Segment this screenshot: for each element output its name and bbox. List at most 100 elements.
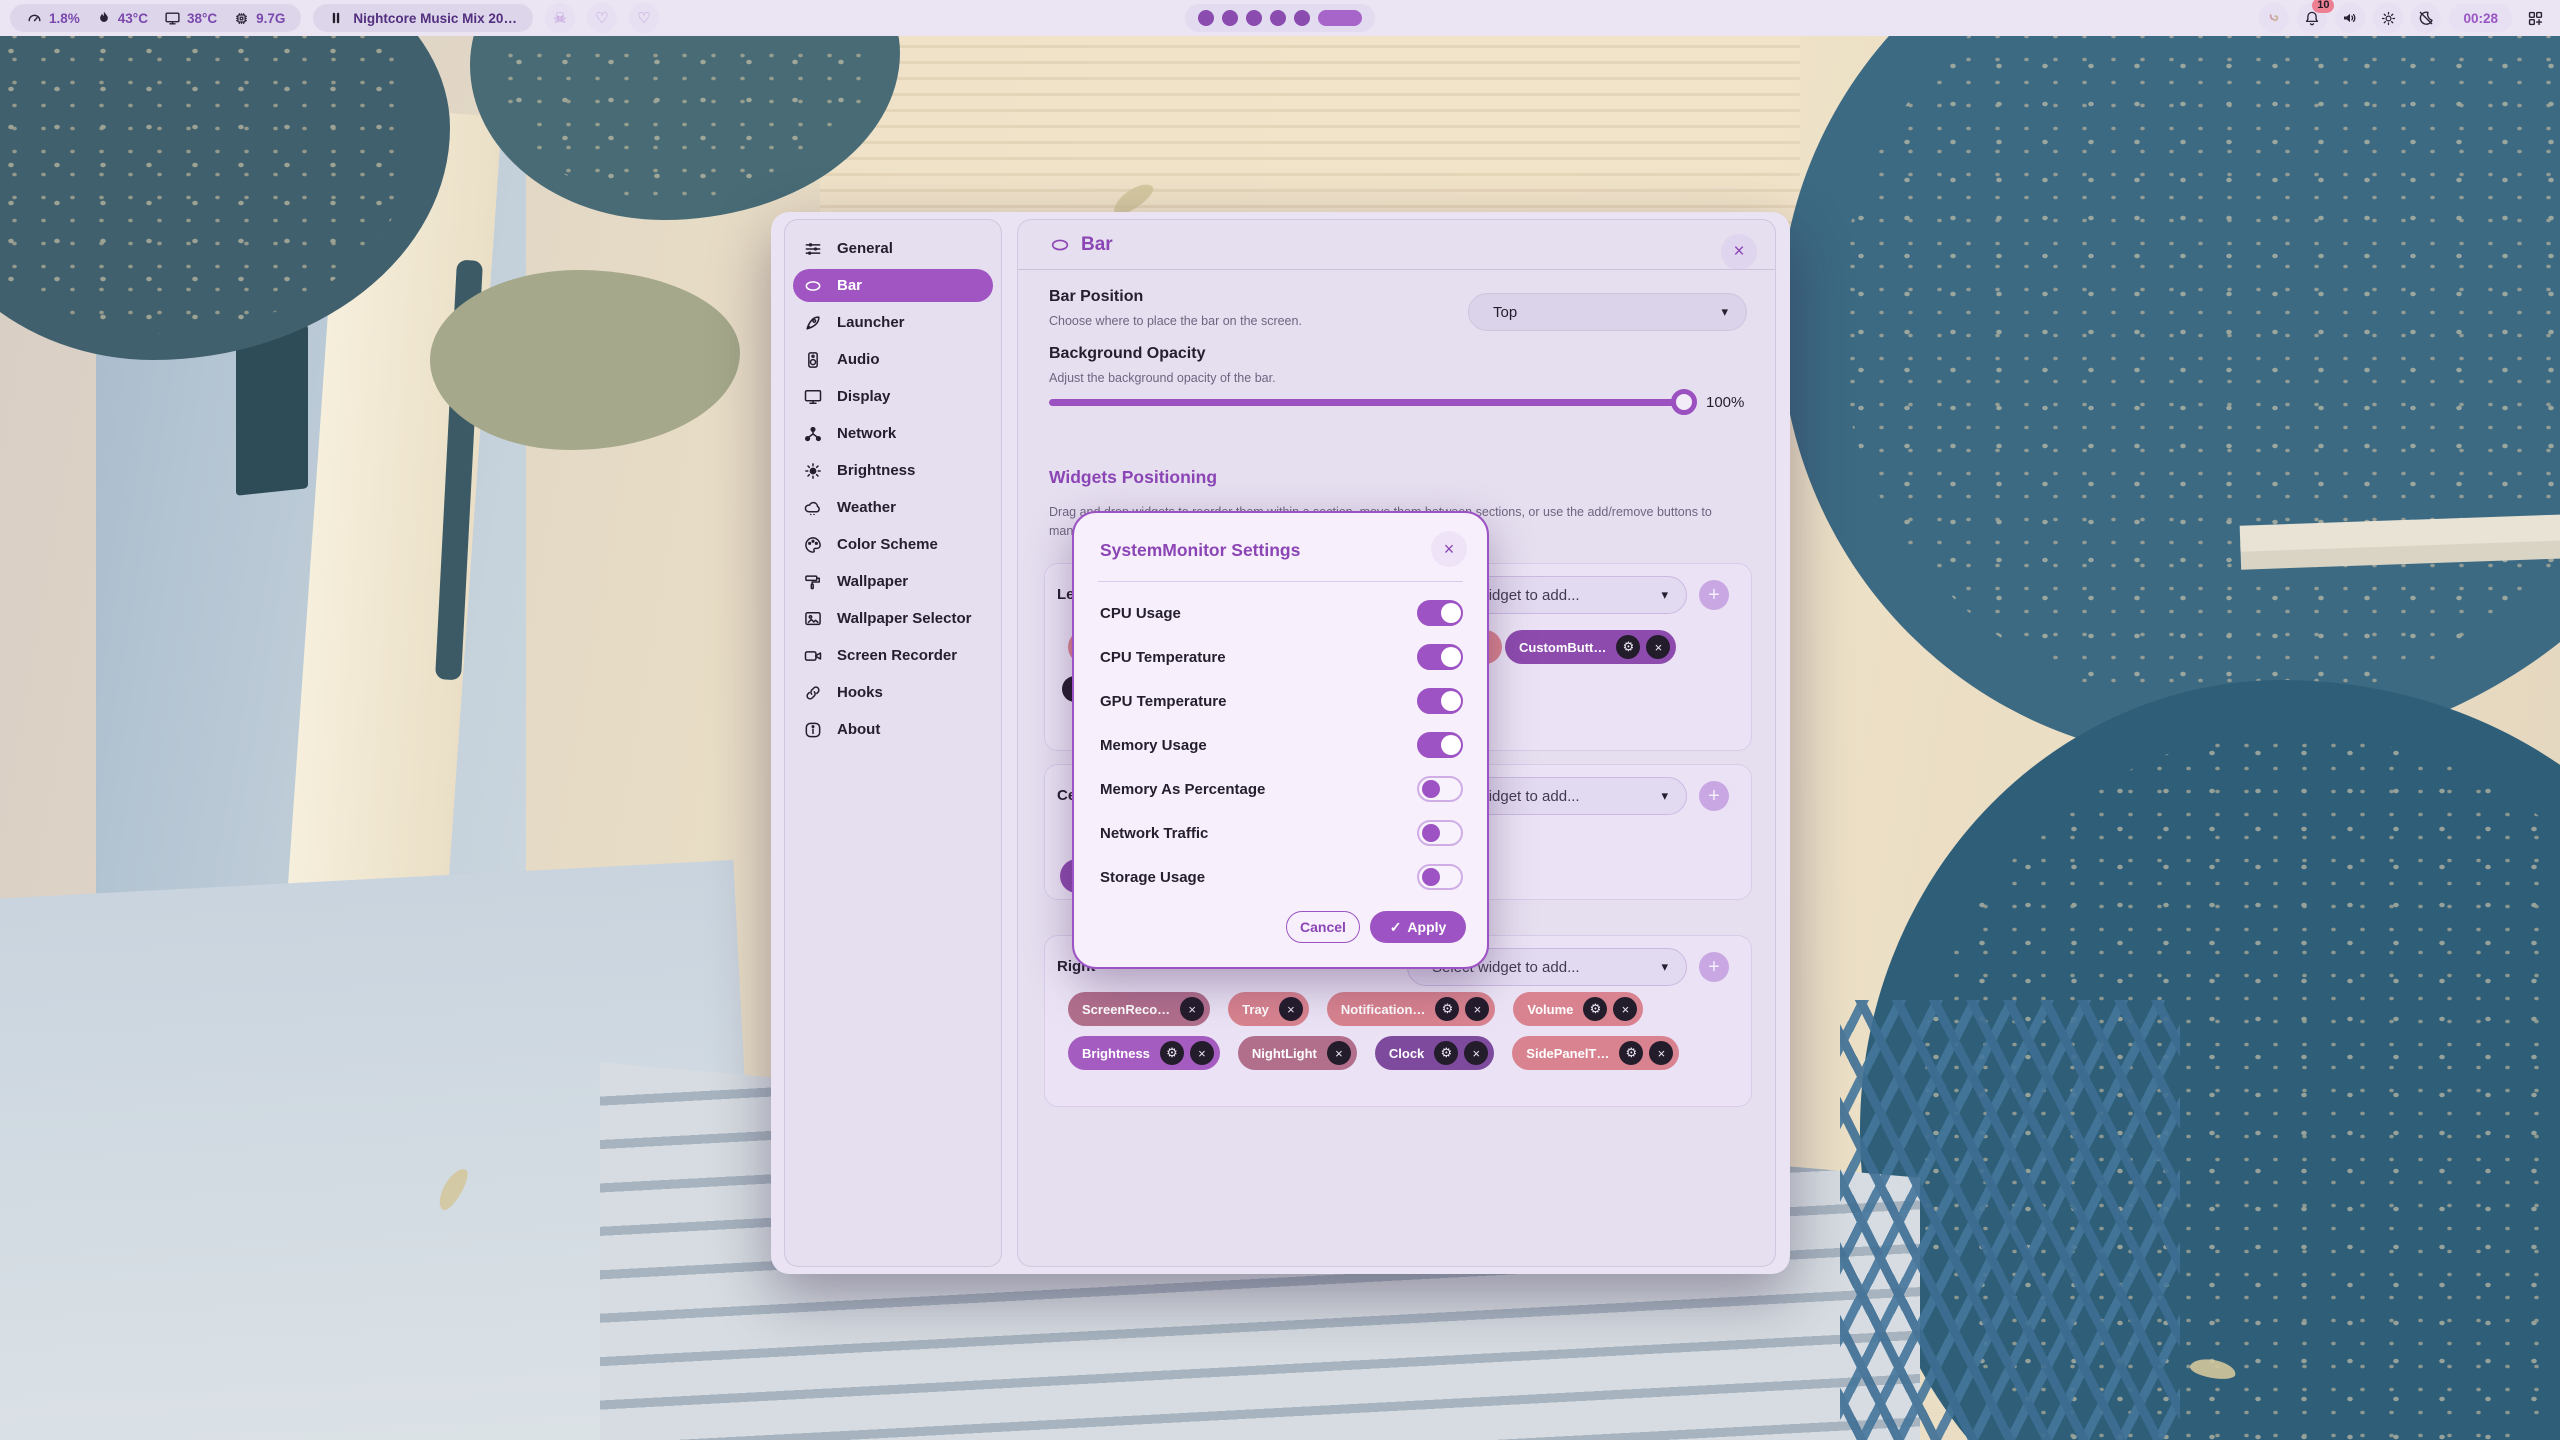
- paint-roller-icon: [803, 572, 823, 592]
- panel-header: Bar: [1049, 234, 1113, 256]
- heart-icon: ♡: [637, 9, 650, 27]
- tray-app-button[interactable]: [2259, 3, 2289, 33]
- apply-button[interactable]: ✓Apply: [1370, 911, 1466, 943]
- skull-quick-button[interactable]: ☠: [545, 3, 575, 33]
- storage-usage-toggle[interactable]: [1417, 864, 1463, 890]
- sidebar-item-color-scheme[interactable]: Color Scheme: [793, 528, 993, 561]
- notifications-button[interactable]: 10: [2297, 3, 2327, 33]
- background-opacity-slider[interactable]: [1049, 399, 1693, 406]
- widget-chip-custombutton[interactable]: CustomButt… ⚙ ×: [1505, 630, 1676, 664]
- sidebar-item-network[interactable]: Network: [793, 417, 993, 450]
- widget-settings-gear-icon[interactable]: ⚙: [1619, 1041, 1643, 1065]
- modal-close-button[interactable]: ×: [1431, 531, 1467, 567]
- widget-settings-gear-icon[interactable]: ⚙: [1616, 635, 1640, 659]
- sidebar-item-weather[interactable]: Weather: [793, 491, 993, 524]
- workspace-dot[interactable]: [1294, 10, 1310, 26]
- sidebar-item-screen-recorder[interactable]: Screen Recorder: [793, 639, 993, 672]
- widget-settings-gear-icon[interactable]: ⚙: [1435, 997, 1459, 1021]
- widget-remove-icon[interactable]: ×: [1646, 635, 1670, 659]
- app-launcher-button[interactable]: [2520, 3, 2550, 33]
- sidebar-item-brightness[interactable]: Brightness: [793, 454, 993, 487]
- sidebar-item-bar[interactable]: Bar: [793, 269, 993, 302]
- widget-settings-gear-icon[interactable]: ⚙: [1434, 1041, 1458, 1065]
- widget-remove-icon[interactable]: ×: [1464, 1041, 1488, 1065]
- memory-as-percentage-toggle[interactable]: [1417, 776, 1463, 802]
- sidebar-item-launcher[interactable]: Launcher: [793, 306, 993, 339]
- workspace-dot[interactable]: [1270, 10, 1286, 26]
- media-player-widget[interactable]: Nightcore Music Mix 20…: [313, 4, 533, 32]
- widget-settings-gear-icon[interactable]: ⚙: [1583, 997, 1607, 1021]
- left-add-widget-button[interactable]: +: [1699, 580, 1729, 610]
- widget-chip-screenrecorder[interactable]: ScreenReco… ×: [1068, 992, 1210, 1026]
- widget-remove-icon[interactable]: ×: [1190, 1041, 1214, 1065]
- background-opacity-label: Background Opacity: [1049, 345, 1205, 363]
- brightness-button[interactable]: [2373, 3, 2403, 33]
- gpu-temp-stat[interactable]: 38°C: [164, 10, 217, 27]
- sidebar-item-hooks[interactable]: Hooks: [793, 676, 993, 709]
- workspace-dot[interactable]: [1198, 10, 1214, 26]
- widget-chip-label: ScreenReco…: [1082, 1002, 1174, 1017]
- flame-icon: [96, 10, 112, 26]
- sidebar-item-general[interactable]: General: [793, 232, 993, 265]
- monitor-icon: [164, 10, 181, 27]
- bar-position-dropdown[interactable]: Top ▾: [1468, 293, 1747, 331]
- sidebar-item-display[interactable]: Display: [793, 380, 993, 413]
- widget-remove-icon[interactable]: ×: [1327, 1041, 1351, 1065]
- toggle-label: CPU Temperature: [1100, 649, 1226, 666]
- widget-settings-gear-icon[interactable]: ⚙: [1160, 1041, 1184, 1065]
- cancel-button[interactable]: Cancel: [1286, 911, 1360, 943]
- sidebar-item-label: Audio: [837, 351, 880, 368]
- sidebar-item-label: Weather: [837, 499, 896, 516]
- info-icon: [803, 720, 823, 740]
- plus-icon: +: [1708, 585, 1720, 605]
- speaker-box-icon: [803, 350, 823, 370]
- widget-chip-tray[interactable]: Tray ×: [1228, 992, 1309, 1026]
- widget-chip-brightness[interactable]: Brightness ⚙ ×: [1068, 1036, 1220, 1070]
- cpu-usage-toggle[interactable]: [1417, 600, 1463, 626]
- center-add-widget-button[interactable]: +: [1699, 781, 1729, 811]
- sun-icon: [2380, 10, 2397, 27]
- widget-remove-icon[interactable]: ×: [1279, 997, 1303, 1021]
- heart-icon: ♡: [595, 9, 608, 27]
- gpu-temperature-toggle[interactable]: [1417, 688, 1463, 714]
- sidebar-item-label: Brightness: [837, 462, 915, 479]
- night-light-button[interactable]: [2411, 3, 2441, 33]
- toggle-knob: [1441, 735, 1461, 755]
- widget-chip-nightlight[interactable]: NightLight ×: [1238, 1036, 1357, 1070]
- workspace-active-pill[interactable]: [1318, 10, 1362, 26]
- sidebar-item-about[interactable]: About: [793, 713, 993, 746]
- widget-remove-icon[interactable]: ×: [1613, 997, 1637, 1021]
- cpu-usage-stat[interactable]: 1.8%: [26, 10, 80, 27]
- memory-usage-toggle[interactable]: [1417, 732, 1463, 758]
- right-add-widget-button[interactable]: +: [1699, 952, 1729, 982]
- widget-remove-icon[interactable]: ×: [1180, 997, 1204, 1021]
- chevron-down-icon: ▾: [1661, 587, 1668, 603]
- toggle-row-cpu-usage: CPU Usage: [1100, 591, 1463, 635]
- widget-chip-clock[interactable]: Clock ⚙ ×: [1375, 1036, 1494, 1070]
- toggle-knob: [1441, 647, 1461, 667]
- widget-chip-notification[interactable]: Notification… ⚙ ×: [1327, 992, 1496, 1026]
- night-light-off-icon: [2417, 9, 2435, 27]
- cpu-temp-stat[interactable]: 43°C: [96, 10, 148, 26]
- sidebar-item-wallpaper[interactable]: Wallpaper: [793, 565, 993, 598]
- widget-remove-icon[interactable]: ×: [1649, 1041, 1673, 1065]
- network-traffic-toggle[interactable]: [1417, 820, 1463, 846]
- memory-stat[interactable]: 9.7G: [233, 10, 285, 27]
- background-opacity-slider-handle[interactable]: [1671, 389, 1697, 415]
- volume-button[interactable]: [2335, 3, 2365, 33]
- workspace-dot[interactable]: [1222, 10, 1238, 26]
- workspace-dot[interactable]: [1246, 10, 1262, 26]
- widget-chip-label: Notification…: [1341, 1002, 1430, 1017]
- toggle-knob: [1441, 691, 1461, 711]
- widget-chip-volume[interactable]: Volume ⚙ ×: [1513, 992, 1643, 1026]
- clock-widget[interactable]: 00:28: [2449, 4, 2512, 32]
- cpu-temperature-toggle[interactable]: [1417, 644, 1463, 670]
- widget-remove-icon[interactable]: ×: [1465, 997, 1489, 1021]
- sidebar-item-audio[interactable]: Audio: [793, 343, 993, 376]
- heart-quick-button[interactable]: ♡: [587, 3, 617, 33]
- heart-quick-button[interactable]: ♡: [629, 3, 659, 33]
- settings-close-button[interactable]: ×: [1721, 234, 1757, 270]
- widget-chip-label: SidePanelT…: [1526, 1046, 1613, 1061]
- widget-chip-sidepanel[interactable]: SidePanelT… ⚙ ×: [1512, 1036, 1679, 1070]
- sidebar-item-wallpaper-selector[interactable]: Wallpaper Selector: [793, 602, 993, 635]
